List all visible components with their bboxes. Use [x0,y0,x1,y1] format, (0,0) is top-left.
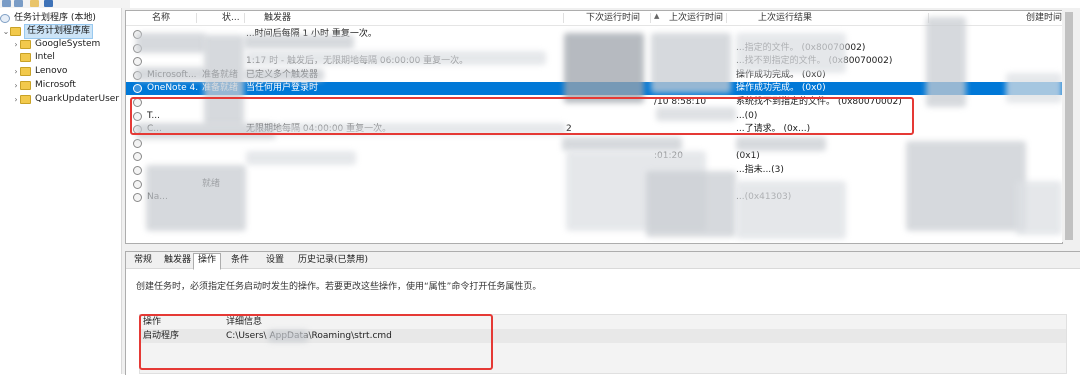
tab-triggers[interactable]: 触发器 [160,254,195,267]
tab-actions[interactable]: 操作 [193,253,222,270]
task-trigger [246,164,561,177]
folder-icon [20,53,31,62]
tree-item-lenovo[interactable]: › Lenovo [12,65,67,78]
task-trigger: 当任何用户登录时 [246,83,319,94]
tab-general[interactable]: 常规 [130,254,156,267]
tree-item-library[interactable]: ⌄ 任务计划程序库 [2,24,94,39]
task-trigger [246,137,561,150]
column-header-status[interactable]: 状... [222,11,240,25]
task-status [202,150,242,163]
column-header-last-run[interactable]: 上次运行时间 [669,11,723,25]
tree-item-googlesystem[interactable]: › GoogleSystem [12,38,100,51]
folder-icon [20,95,31,104]
chevron-right-icon[interactable]: › [12,93,20,106]
task-clock-icon [133,166,142,175]
task-clock-icon [133,152,142,162]
tab-settings[interactable]: 设置 [262,254,288,267]
help-icon[interactable] [44,0,53,7]
scrollbar-thumb[interactable] [1065,12,1073,240]
chevron-right-icon[interactable]: › [12,38,20,51]
task-trigger [246,178,561,191]
details-tabs: 常规 触发器 操作 条件 设置 历史记录(已禁用) [126,252,1080,270]
clock-icon [0,14,10,23]
chevron-right-icon[interactable]: › [12,79,20,92]
toolbar [0,0,130,8]
tree-item-quarkupdateruser[interactable]: › QuarkUpdaterUser [12,93,119,106]
chevron-right-icon[interactable]: › [12,65,20,78]
task-list-scrollbar[interactable] [1062,10,1076,242]
task-trigger [246,191,561,204]
tree-item-label: 任务计划程序库 [23,24,94,39]
column-header-created[interactable]: 创建时间 [1026,11,1062,25]
column-header-next-run[interactable]: 下次运行时间 [586,11,652,25]
forward-arrow-icon[interactable] [14,0,23,7]
tree-item-intel[interactable]: Intel [12,51,55,64]
tree-item-label: QuarkUpdaterUser [35,94,120,104]
task-clock-icon [133,193,142,203]
back-arrow-icon[interactable] [2,0,11,7]
task-list-header: 名称 状... 触发器 下次运行时间 ▲ 上次运行时间 上次运行结果 创建时间 [126,11,1062,26]
tree-item-label: Lenovo [35,66,68,76]
tree-root[interactable]: 任务计划程序 (本地) [0,12,96,25]
task-clock-icon [133,179,142,189]
main-panel: 名称 状... 触发器 下次运行时间 ▲ 上次运行时间 上次运行结果 创建时间 … [122,8,1080,375]
folder-icon [10,27,21,36]
task-result: 操作成功完成。 (0x0) [736,83,826,94]
sort-ascending-icon: ▲ [654,12,660,20]
column-header-last-result[interactable]: 上次运行结果 [758,11,812,25]
task-details-pane: 常规 触发器 操作 条件 设置 历史记录(已禁用) 创建任务时，必须指定任务启动… [125,251,1080,375]
folder-icon [20,67,31,76]
task-clock-icon [133,84,142,94]
highlight-box [130,97,914,135]
tree-item-label: Microsoft [35,80,76,90]
folder-icon[interactable] [30,0,39,7]
column-header-trigger[interactable]: 触发器 [264,11,291,25]
tree-item-microsoft[interactable]: › Microsoft [12,79,76,92]
task-clock-icon [133,138,142,148]
task-result: (0x1) [736,151,760,162]
tab-history[interactable]: 历史记录(已禁用) [294,254,372,267]
navigation-tree: 任务计划程序 (本地) ⌄ 任务计划程序库 › GoogleSystem Intel… [0,8,122,374]
folder-icon [20,81,31,90]
task-result: ...指未...(3) [736,165,784,175]
tab-conditions[interactable]: 条件 [227,254,253,267]
task-name: OneNote 4... [147,83,199,94]
tree-item-label: Intel [35,52,55,62]
task-list: 名称 状... 触发器 下次运行时间 ▲ 上次运行时间 上次运行结果 创建时间 … [125,10,1063,244]
highlight-box [139,314,493,370]
folder-icon [20,40,31,49]
chevron-down-icon[interactable]: ⌄ [2,25,10,38]
tree-item-label: GoogleSystem [35,39,101,49]
task-name [147,150,199,163]
task-clock-icon [133,57,142,67]
tree-root-label: 任务计划程序 (本地) [14,13,96,23]
column-header-name[interactable]: 名称 [152,11,170,25]
actions-description: 创建任务时，必须指定任务启动时发生的操作。若要更改这些操作，使用“属性”命令打开… [136,282,542,292]
